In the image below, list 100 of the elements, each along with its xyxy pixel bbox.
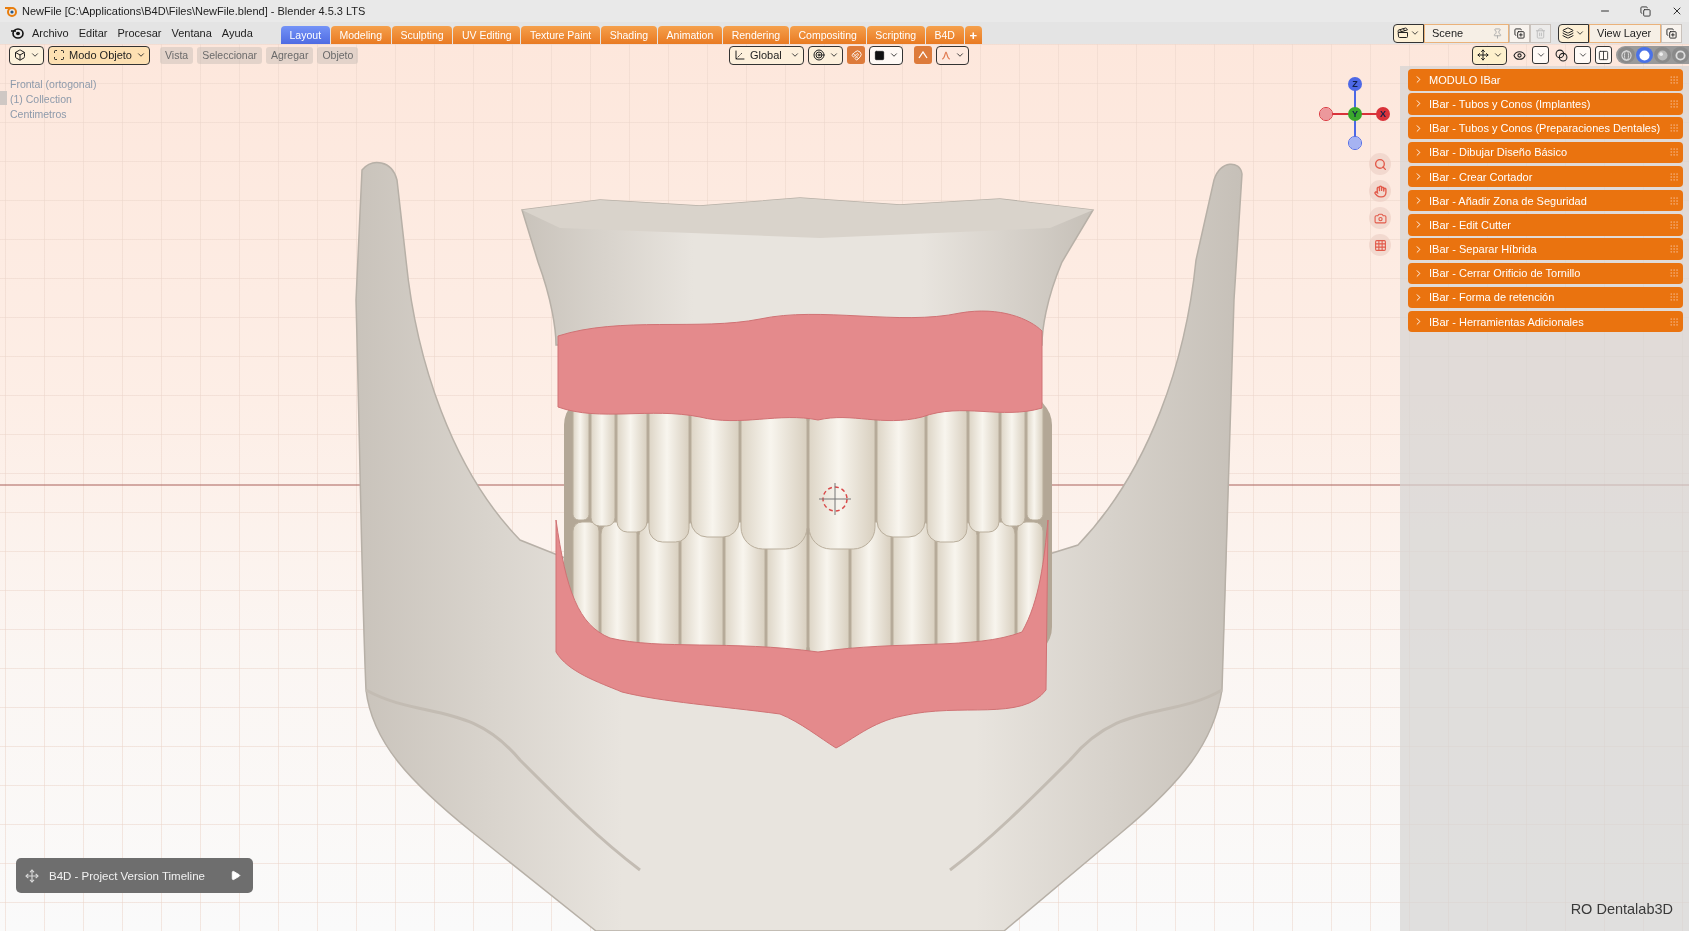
- timeline-button[interactable]: B4D - Project Version Timeline: [16, 858, 253, 893]
- overlays-dropdown[interactable]: [1574, 46, 1591, 64]
- orientation-dropdown[interactable]: Global: [729, 45, 804, 65]
- menu-item[interactable]: Archivo: [27, 25, 74, 41]
- snap-toggle[interactable]: [847, 46, 865, 64]
- workspace-tab[interactable]: Animation: [657, 26, 722, 44]
- scene-type-button[interactable]: [1393, 23, 1424, 43]
- menu-item[interactable]: Editar: [73, 25, 113, 41]
- axis-handle[interactable]: X: [1376, 107, 1390, 121]
- caret-icon: [1577, 50, 1588, 60]
- new-scene-button[interactable]: [1509, 23, 1530, 43]
- panel-title: IBar - Dibujar Diseño Básico: [1429, 146, 1569, 159]
- workspace-tab[interactable]: Sculpting: [391, 26, 453, 44]
- hand-icon: [1373, 184, 1387, 198]
- view-layer-type-button[interactable]: [1558, 23, 1589, 43]
- layers-icon: [1562, 27, 1574, 39]
- workspace-tab[interactable]: Texture Paint: [521, 26, 600, 44]
- header-menu[interactable]: Seleccionar: [197, 46, 263, 64]
- copy-icon: [1514, 27, 1525, 39]
- pan-button[interactable]: [1369, 180, 1391, 202]
- frame-icon: [53, 49, 65, 61]
- workspace-tab[interactable]: Modeling: [330, 26, 391, 44]
- restore-icon: [1639, 5, 1651, 17]
- grip-icon: [1669, 147, 1679, 158]
- xray-toggle[interactable]: [1595, 46, 1612, 64]
- gizmo-dropdown[interactable]: [1472, 45, 1507, 65]
- panel-header[interactable]: IBar - Forma de retención: [1408, 286, 1683, 309]
- workspace-tab[interactable]: Shading: [601, 26, 657, 44]
- panel-header[interactable]: IBar - Dibujar Diseño Básico: [1408, 141, 1683, 164]
- proportional-toggle[interactable]: [914, 46, 932, 64]
- grip-icon: [1669, 74, 1679, 85]
- axes-icon: [734, 49, 746, 61]
- panel-header[interactable]: IBar - Separar Híbrida: [1408, 238, 1683, 260]
- caret-icon: [955, 50, 965, 60]
- panel-header[interactable]: IBar - Crear Cortador: [1408, 165, 1683, 188]
- pivot-dropdown[interactable]: [808, 45, 843, 65]
- workspace-tab[interactable]: UV Editing: [453, 26, 521, 44]
- panel-header[interactable]: IBar - Tubos y Conos (Implantes): [1408, 93, 1683, 115]
- visibility-dropdown[interactable]: [1532, 46, 1549, 64]
- negative-axis-icon[interactable]: [1319, 107, 1333, 121]
- close-icon: [1671, 5, 1683, 17]
- workspace-tab[interactable]: Compositing: [789, 26, 866, 44]
- grip-icon: [1669, 98, 1679, 109]
- axis-handle[interactable]: Z: [1348, 77, 1362, 91]
- axis-handle[interactable]: Y: [1348, 107, 1362, 121]
- falloff-dropdown[interactable]: [936, 45, 969, 65]
- shading-mode-button[interactable]: [1636, 47, 1653, 63]
- snap-target-dropdown[interactable]: [869, 45, 903, 65]
- camera-icon: [1373, 211, 1387, 225]
- header-menu[interactable]: Vista: [160, 46, 194, 64]
- panel-header[interactable]: IBar - Edit Cutter: [1408, 214, 1683, 236]
- sphere-icon: [1639, 49, 1650, 61]
- workspace-tab[interactable]: Scripting: [866, 26, 925, 44]
- swirl-logo-icon[interactable]: [10, 27, 24, 39]
- viewport-info-text: Centimetros: [10, 107, 68, 122]
- panel-header[interactable]: MODULO IBar: [1408, 69, 1683, 91]
- header-menu[interactable]: Agregar: [266, 46, 314, 64]
- grip-icon: [1669, 244, 1679, 255]
- grip-icon: [1669, 292, 1679, 303]
- cube-icon: [14, 49, 26, 61]
- menu-item[interactable]: Ventana: [166, 25, 217, 41]
- play-icon: [230, 870, 241, 881]
- new-view-layer-button[interactable]: [1661, 23, 1682, 43]
- panel-header[interactable]: IBar - Tubos y Conos (Preparaciones Dentales): [1408, 117, 1683, 139]
- grip-icon: [1669, 123, 1679, 134]
- panel-header[interactable]: IBar - Herramientas Adicionales: [1408, 310, 1683, 333]
- workspace-tab[interactable]: Layout: [280, 26, 330, 44]
- caret-icon: [1575, 28, 1585, 38]
- trash-icon: [1535, 27, 1546, 39]
- panel-title: IBar - Separar Híbrida: [1429, 243, 1538, 256]
- zoom-button[interactable]: [1369, 153, 1391, 175]
- square-icon: [874, 49, 885, 61]
- mode-dropdown[interactable]: Modo Objeto: [48, 45, 150, 65]
- viewport-info-text: Frontal (ortogonal): [10, 77, 97, 92]
- corner-text: RO Dentalab3D: [1570, 901, 1673, 917]
- camera-button[interactable]: [1369, 207, 1391, 229]
- header-menu[interactable]: Objeto: [317, 46, 359, 64]
- clapperboard-icon: [1397, 27, 1409, 39]
- panel-title: IBar - Tubos y Conos (Preparaciones Dentales): [1429, 122, 1662, 135]
- grip-icon: [1669, 268, 1679, 279]
- shading-mode-button[interactable]: [1672, 47, 1689, 63]
- panel-title: MODULO IBar: [1429, 73, 1502, 86]
- shading-mode-button[interactable]: [1654, 47, 1671, 63]
- grip-icon: [1669, 171, 1679, 182]
- panel-header[interactable]: IBar - Cerrar Orificio de Tornillo: [1408, 262, 1683, 284]
- menu-item[interactable]: Ayuda: [216, 25, 258, 41]
- panel-title: IBar - Edit Cutter: [1429, 218, 1512, 231]
- panel-header[interactable]: IBar - Añadir Zona de Seguridad: [1408, 189, 1683, 212]
- negative-axis-icon[interactable]: [1348, 136, 1362, 150]
- view-layer-field[interactable]: View Layer: [1589, 23, 1661, 43]
- workspace-tab[interactable]: Rendering: [723, 26, 789, 44]
- caret-icon: [1493, 50, 1503, 60]
- workspace-tab[interactable]: B4D: [925, 26, 964, 44]
- grip-icon: [1669, 219, 1679, 230]
- add-workspace-button[interactable]: +: [964, 26, 983, 44]
- menu-item[interactable]: Procesar: [112, 25, 167, 41]
- editor-type-button[interactable]: [9, 45, 44, 65]
- ring-icon: [1675, 49, 1686, 61]
- scene-field[interactable]: Scene: [1424, 23, 1509, 43]
- ortho-toggle-button[interactable]: [1369, 234, 1391, 256]
